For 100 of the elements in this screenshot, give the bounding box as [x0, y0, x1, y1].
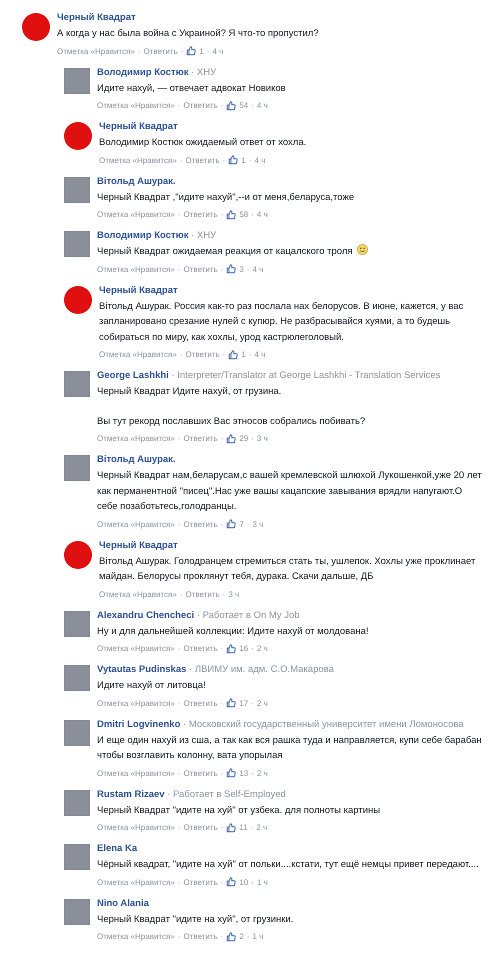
separator: · [178, 264, 180, 276]
separator: · [178, 643, 180, 655]
thumbs-up-icon [226, 100, 236, 110]
separator: · [250, 822, 254, 834]
author-name[interactable]: Nino Alania [97, 898, 149, 908]
separator: · [220, 822, 224, 834]
comment-text: Черный Квадрат нам,беларусам,с вашей кремлевской шлюхой Лукошенкой,уже 20 лет как перманентной "писец".Нас уже вашы кацапские завывания врядли напугают.О себе позаботьтесь,голодранцы. [97, 469, 483, 514]
like-link[interactable]: Отметка «Нравится» [97, 764, 175, 782]
separator: · [246, 264, 250, 276]
avatar-icon [64, 122, 92, 150]
author-subtitle: · Работает в On My Job [196, 610, 300, 620]
avatar-icon [64, 286, 92, 314]
comment-text: Черный Квадрат "идите на хуй" от узбека. для полноты картины [97, 804, 380, 818]
author-subtitle: · Работает в Self-Employed [166, 788, 286, 800]
thumbs-up-icon [226, 264, 236, 274]
comment-time: 3 ч [256, 433, 268, 445]
author-name[interactable]: Черный Квадрат [99, 540, 178, 550]
like-link[interactable]: Отметка «Нравится» [97, 874, 175, 890]
author-name[interactable]: Черный Квадрат [99, 284, 178, 296]
separator: · [220, 518, 224, 530]
separator: · [178, 100, 180, 112]
comment-time: 2 ч [256, 698, 268, 710]
comment-time: 2 ч [256, 643, 268, 655]
separator: · [220, 433, 224, 445]
reply-link[interactable]: Ответить [183, 430, 218, 447]
like-link[interactable]: Отметка «Нравится» [97, 206, 175, 223]
photo-placeholder [64, 231, 90, 257]
author-name[interactable]: Elena Ka [97, 843, 138, 854]
reply-link[interactable]: Ответить [183, 260, 218, 278]
reply-link[interactable]: Ответить [185, 152, 220, 168]
author-subtitle: · ХНУ [190, 230, 216, 241]
author-name[interactable]: Vytautas Pudinskas [97, 664, 186, 675]
photo-placeholder [64, 371, 90, 397]
comment-time: 3 ч [228, 588, 240, 600]
comment-text: Володимир Костюк ожидаемый ответ от хохла. [99, 136, 306, 150]
author-name[interactable]: Alexandru Chencheci [97, 610, 194, 620]
reply-link[interactable]: Ответить [183, 97, 218, 114]
separator: · [206, 46, 210, 58]
like-count: 1 [199, 46, 204, 58]
separator: · [178, 822, 180, 834]
author-subtitle: · ХНУ [190, 66, 216, 78]
like-link[interactable]: Отметка «Нравится» [97, 97, 175, 114]
like-count: 13 [239, 768, 248, 780]
like-link[interactable]: Отметка «Нравится» [57, 42, 135, 60]
reply-link[interactable]: Ответить [183, 694, 218, 712]
author-name[interactable]: Володимир Костюк [97, 230, 188, 241]
reply-link[interactable]: Ответить [183, 874, 218, 890]
separator: · [220, 100, 224, 112]
like-link[interactable]: Отметка «Нравится» [97, 928, 175, 945]
like-link[interactable]: Отметка «Нравится» [97, 516, 175, 532]
reply-link[interactable]: Ответить [183, 764, 218, 782]
reply-link[interactable]: Ответить [183, 640, 218, 657]
like-link[interactable]: Отметка «Нравится» [97, 260, 175, 278]
comment-text: Идите нахуй, — отвечает адвокат Новиков [97, 82, 286, 96]
comment-text: А когда у нас была война с Украиной? Я что-то пропустил? [57, 27, 319, 41]
like-link[interactable]: Отметка «Нравится» [97, 430, 175, 447]
separator: · [178, 209, 180, 221]
like-count: 10 [239, 876, 248, 888]
author-name[interactable]: Rustam Rizaev [97, 788, 165, 800]
reply-link[interactable]: Ответить [143, 42, 178, 60]
like-link[interactable]: Отметка «Нравится» [97, 819, 175, 836]
author-subtitle: · Interpreter/Translator at George Lashkhi - Translation Services [170, 370, 440, 381]
like-count: 3 [239, 264, 244, 276]
reply-link[interactable]: Ответить [183, 206, 218, 223]
thumbs-up-icon [228, 155, 238, 165]
thumbs-up-icon [186, 46, 196, 56]
photo-placeholder [64, 790, 90, 816]
thumbs-up-icon [226, 822, 236, 832]
photo-placeholder [64, 720, 90, 746]
like-count: 1 [241, 349, 246, 361]
separator: · [251, 100, 254, 112]
like-link[interactable]: Отметка «Нравится» [99, 346, 177, 363]
author-name[interactable]: Вітольд Ашурак. [97, 454, 176, 465]
photo-placeholder [64, 455, 90, 481]
separator: · [178, 768, 180, 780]
thumbs-up-icon [226, 698, 236, 708]
comment-text: Черный Квадрат ожидаемая реакция от кацалского троля [97, 244, 368, 260]
author-name[interactable]: George Lashkhi [97, 370, 169, 381]
avatar-icon [22, 13, 50, 41]
comment-time: 2 ч [256, 822, 268, 834]
reply-link[interactable]: Ответить [183, 819, 218, 836]
author-name[interactable]: Dmitri Logvinenko [97, 718, 180, 730]
like-link[interactable]: Отметка «Нравится» [97, 640, 175, 657]
reply-link[interactable]: Ответить [183, 516, 218, 532]
reply-link[interactable]: Ответить [185, 586, 220, 602]
thumbs-up-icon [226, 644, 236, 654]
thumbs-up-icon [226, 434, 236, 444]
author-name[interactable]: Вітольд Ашурак. [97, 176, 176, 186]
author-name[interactable]: Володимир Костюк [97, 66, 188, 78]
reply-link[interactable]: Ответить [185, 346, 220, 363]
reply-link[interactable]: Ответить [183, 928, 218, 945]
author-name[interactable]: Черный Квадрат [99, 121, 178, 132]
like-link[interactable]: Отметка «Нравится» [97, 694, 175, 712]
like-link[interactable]: Отметка «Нравится» [99, 152, 177, 168]
separator: · [222, 154, 226, 166]
like-count: 1 [241, 154, 246, 166]
photo-placeholder [64, 665, 90, 691]
like-link[interactable]: Отметка «Нравится» [99, 586, 177, 602]
comment-time: 4 ч [212, 46, 224, 58]
author-name[interactable]: Черный Квадрат [57, 12, 136, 23]
